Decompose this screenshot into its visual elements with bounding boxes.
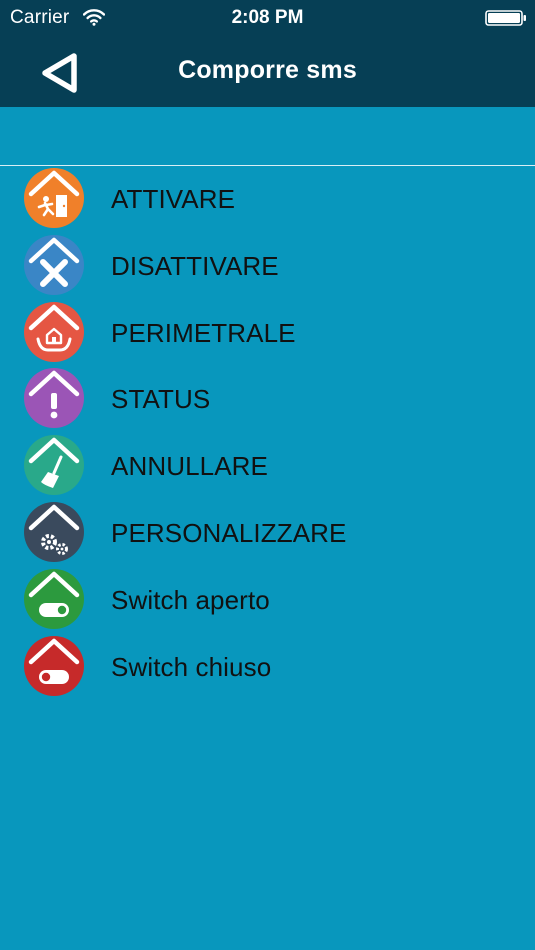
command-label: ANNULLARE (111, 451, 268, 482)
switch-open-icon (24, 568, 84, 629)
battery-icon (485, 10, 526, 26)
command-item-perimetrale[interactable]: PERIMETRALE (0, 299, 535, 366)
switch-closed-icon (24, 635, 84, 696)
command-item-attivare[interactable]: ATTIVARE (0, 165, 535, 232)
command-item-disattivare[interactable]: DISATTIVARE (0, 232, 535, 299)
command-item-annullare[interactable]: ANNULLARE (0, 432, 535, 499)
status-exclamation-icon (24, 368, 84, 429)
activate-house-icon (24, 168, 84, 228)
perimeter-house-icon (24, 301, 84, 362)
status-time: 2:08 PM (231, 7, 304, 28)
status-bar: Carrier 2:08 PM (0, 0, 535, 36)
command-item-switch-aperto[interactable]: Switch aperto (0, 566, 535, 633)
customize-gears-icon (24, 501, 84, 562)
top-bar: Carrier 2:08 PM Comporre sms (0, 0, 535, 107)
navigation-bar: Comporre sms (0, 36, 535, 107)
command-label: PERSONALIZZARE (111, 517, 347, 548)
command-label: STATUS (111, 384, 211, 415)
command-label: DISATTIVARE (111, 250, 279, 281)
command-label: ATTIVARE (111, 184, 236, 214)
command-label: Switch chiuso (111, 651, 272, 682)
page-title: Comporre sms (178, 56, 357, 84)
command-label: PERIMETRALE (111, 317, 296, 348)
command-label: Switch aperto (111, 584, 270, 615)
command-item-switch-chiuso[interactable]: Switch chiuso (0, 633, 535, 700)
command-item-personalizzare[interactable]: PERSONALIZZARE (0, 499, 535, 566)
deactivate-x-icon (24, 234, 84, 295)
command-list: ATTIVARE DISATTIVARE PERIMETRALE STATUS (0, 165, 535, 699)
command-item-status[interactable]: STATUS (0, 365, 535, 432)
cancel-broom-icon (24, 435, 84, 496)
